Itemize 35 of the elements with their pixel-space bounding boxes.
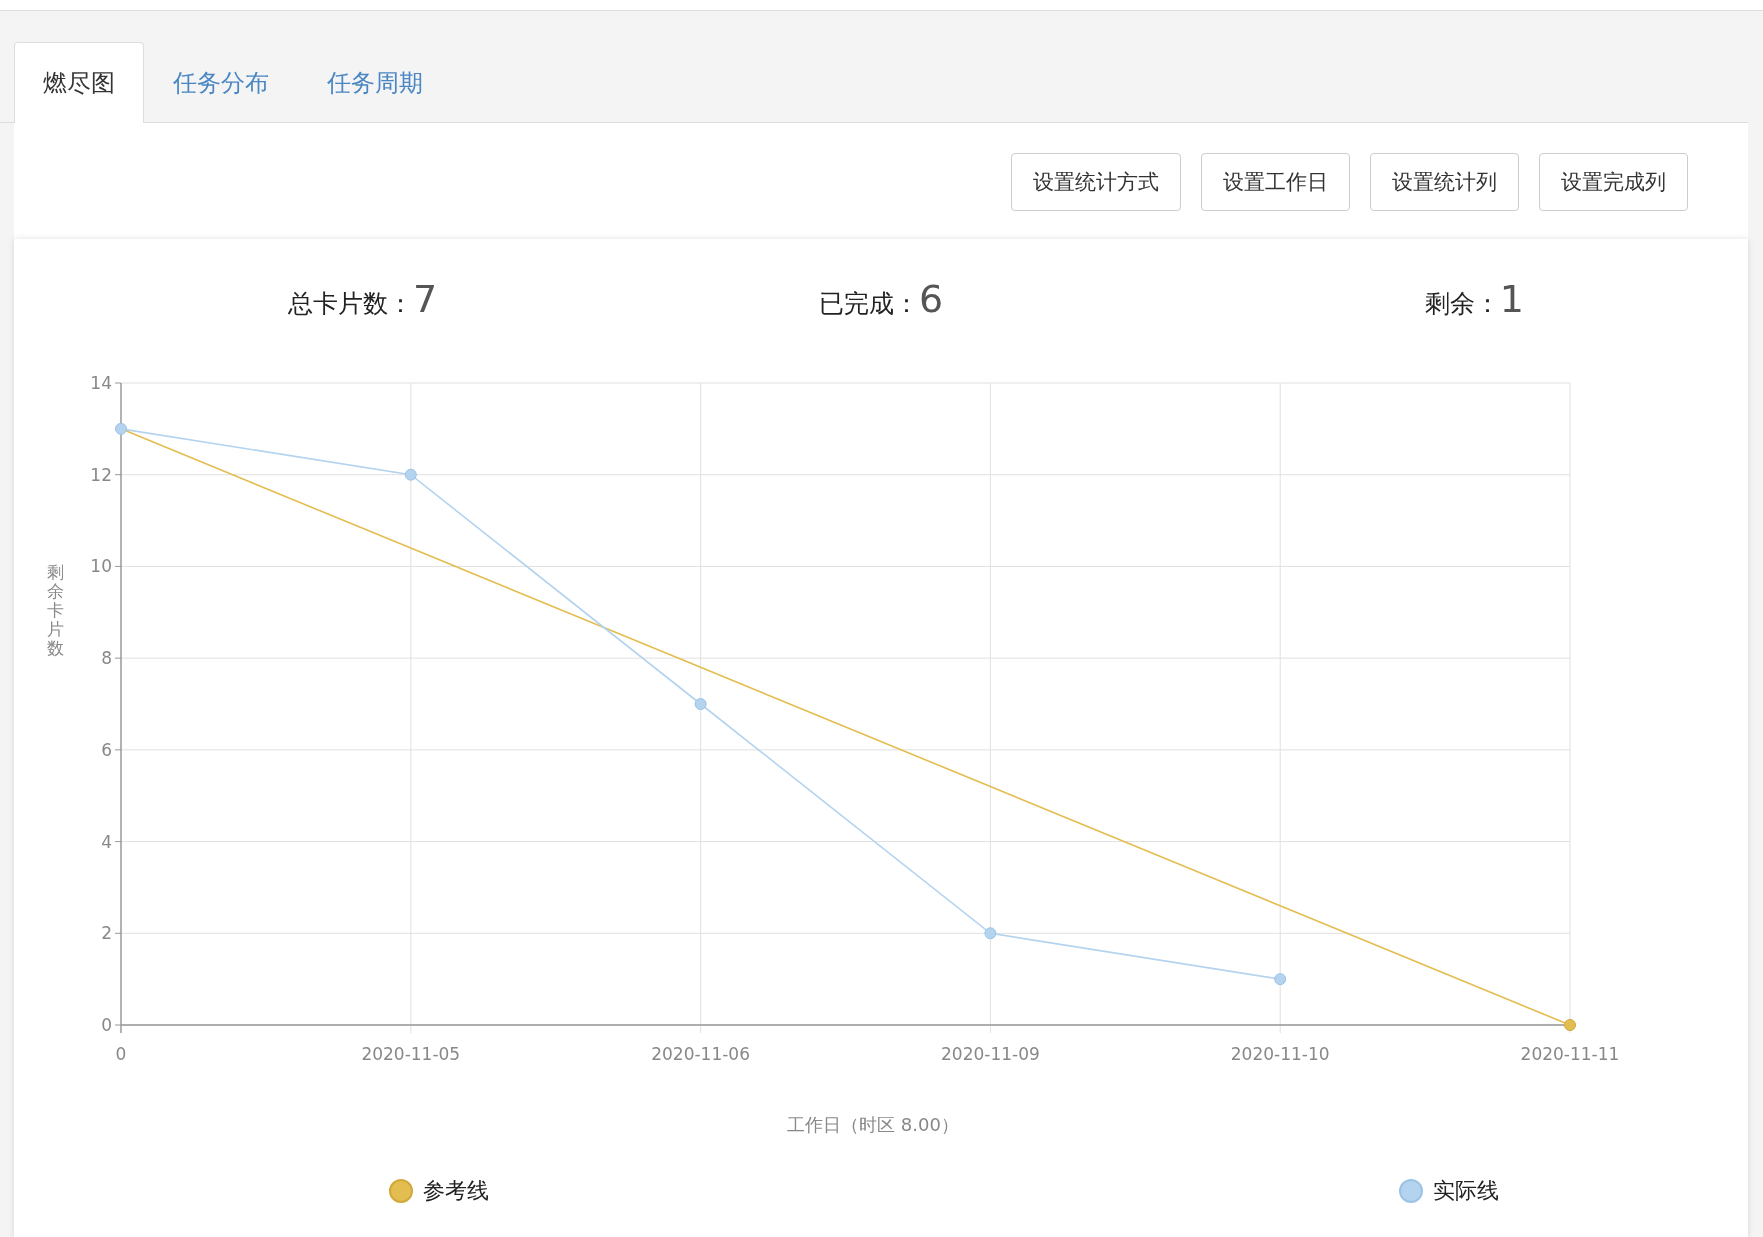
- x-tick-label: 0: [115, 1044, 127, 1064]
- y-tick-label: 0: [101, 1015, 112, 1035]
- stat-label: 剩余：: [1424, 288, 1500, 320]
- x-tick-label: 2020-11-09: [941, 1044, 1040, 1064]
- x-tick-label: 2020-11-05: [361, 1044, 461, 1064]
- settings-button[interactable]: 设置工作日: [1201, 153, 1350, 211]
- data-point: [404, 468, 417, 481]
- y-tick-label: 12: [90, 464, 112, 485]
- data-point: [1274, 973, 1287, 986]
- y-axis-title: 剩余卡片数: [47, 562, 64, 658]
- stat-value: 6: [918, 277, 944, 321]
- x-tick-label: 2020-11-06: [651, 1044, 750, 1064]
- settings-button[interactable]: 设置统计列: [1370, 153, 1519, 211]
- data-point: [694, 698, 707, 710]
- data-point: [115, 422, 127, 435]
- stat-value: 1: [1499, 277, 1524, 321]
- y-tick-label: 14: [90, 373, 112, 393]
- y-tick-label: 10: [90, 556, 112, 577]
- y-tick-label: 6: [101, 739, 112, 760]
- y-tick-label: 8: [101, 648, 112, 669]
- data-point: [984, 927, 997, 940]
- y-tick-label: 2: [101, 923, 112, 944]
- settings-button[interactable]: 设置完成列: [1539, 153, 1688, 211]
- x-axis-title: 工作日（时区 8.00）: [787, 1114, 959, 1135]
- data-point: [1564, 1019, 1576, 1031]
- settings-button[interactable]: 设置统计方式: [1011, 153, 1181, 211]
- legend-label: 实际线: [1432, 1177, 1499, 1205]
- stat-label: 总卡片数：: [288, 288, 413, 320]
- y-tick-label: 4: [101, 831, 112, 852]
- legend-label: 参考线: [423, 1177, 489, 1205]
- stat-value: 7: [413, 277, 438, 321]
- x-tick-label: 2020-11-10: [1230, 1044, 1330, 1064]
- tab[interactable]: 燃尽图: [14, 42, 144, 123]
- stat-label: 已完成：: [818, 288, 919, 320]
- x-tick-label: 2020-11-11: [1520, 1044, 1620, 1064]
